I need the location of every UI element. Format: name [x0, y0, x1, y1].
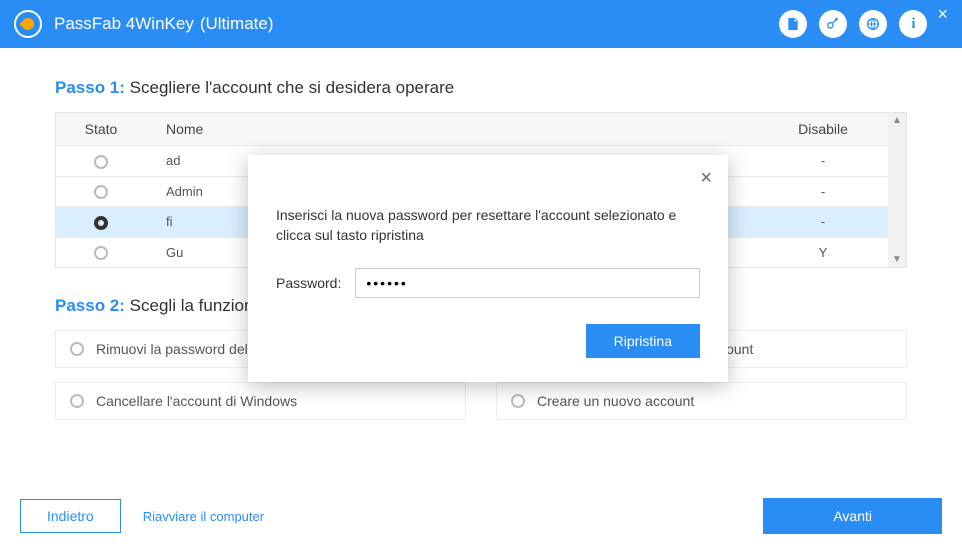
globe-icon[interactable]	[859, 10, 887, 38]
info-icon[interactable]: i	[899, 10, 927, 38]
export-icon[interactable]	[779, 10, 807, 38]
row-disable: Y	[758, 238, 888, 268]
table-scrollbar[interactable]: ▲ ▼	[888, 113, 906, 267]
modal-close-icon[interactable]: ×	[700, 167, 712, 190]
row-radio[interactable]	[94, 185, 108, 199]
option-create-account[interactable]: Creare un nuovo account	[496, 382, 907, 420]
app-edition: (Ultimate)	[200, 14, 274, 34]
title-icons: i	[779, 10, 927, 38]
row-radio[interactable]	[94, 246, 108, 260]
modal-actions: Ripristina	[276, 324, 700, 358]
option-radio[interactable]	[70, 394, 84, 408]
password-input[interactable]	[355, 268, 700, 298]
password-row: Password:	[276, 268, 700, 298]
row-disable: -	[758, 207, 888, 237]
flame-icon	[20, 16, 37, 33]
close-icon[interactable]: ×	[937, 4, 948, 25]
key-icon[interactable]	[819, 10, 847, 38]
col-mid	[296, 113, 758, 145]
scroll-up-icon[interactable]: ▲	[892, 115, 902, 126]
row-radio[interactable]	[94, 216, 108, 230]
option-radio[interactable]	[70, 342, 84, 356]
back-button[interactable]: Indietro	[20, 499, 121, 533]
password-label: Password:	[276, 275, 341, 291]
restart-link[interactable]: Riavviare il computer	[143, 509, 264, 524]
step1-text: Scegliere l'account che si desidera oper…	[130, 78, 455, 97]
table-header: Stato Nome Disabile	[56, 113, 888, 145]
col-stato: Stato	[56, 113, 146, 145]
row-disable: -	[758, 177, 888, 207]
footer: Indietro Riavviare il computer Avanti	[0, 498, 962, 534]
step2-num: Passo 2:	[55, 296, 125, 315]
col-nome: Nome	[146, 113, 296, 145]
option-label: Cancellare l'account di Windows	[96, 393, 297, 409]
row-radio[interactable]	[94, 155, 108, 169]
app-title: PassFab 4WinKey	[54, 14, 194, 34]
step1-label: Passo 1: Scegliere l'account che si desi…	[55, 78, 907, 98]
step1-num: Passo 1:	[55, 78, 125, 97]
next-button[interactable]: Avanti	[763, 498, 942, 534]
col-disable: Disabile	[758, 113, 888, 145]
titlebar: PassFab 4WinKey (Ultimate) i ×	[0, 0, 962, 48]
option-radio[interactable]	[511, 394, 525, 408]
app-logo	[14, 10, 42, 38]
option-delete-account[interactable]: Cancellare l'account di Windows	[55, 382, 466, 420]
reset-button[interactable]: Ripristina	[586, 324, 700, 358]
reset-password-modal: × Inserisci la nuova password per resett…	[248, 155, 728, 382]
option-label: Creare un nuovo account	[537, 393, 694, 409]
step2-text: Scegli la funzion	[130, 296, 254, 315]
modal-message: Inserisci la nuova password per resettar…	[276, 205, 700, 246]
scroll-down-icon[interactable]: ▼	[892, 254, 902, 265]
row-disable: -	[758, 146, 888, 176]
